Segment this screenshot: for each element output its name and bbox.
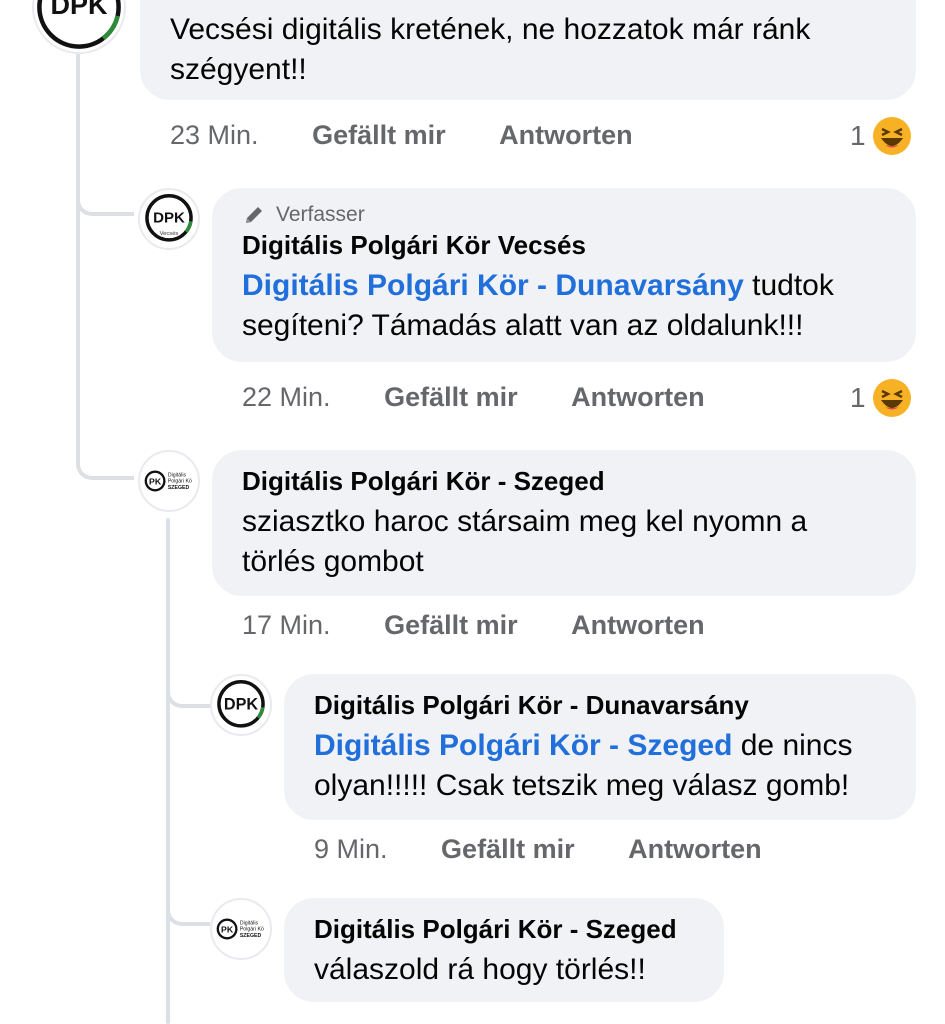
reply-button[interactable]: Antworten	[499, 120, 632, 150]
svg-text:DPK: DPK	[50, 0, 108, 20]
thread-connector-reply-1	[76, 160, 134, 216]
comment-text: válaszold rá hogy törlés!!	[314, 953, 646, 986]
reply-button[interactable]: Antworten	[571, 382, 704, 412]
author-badge-label: Verfasser	[276, 203, 365, 226]
mention-link[interactable]: Digitális Polgári Kör - Dunavarsány	[242, 269, 744, 302]
svg-text:Polgári Kö: Polgári Kö	[168, 479, 192, 485]
svg-text:Polgári Kö: Polgári Kö	[240, 927, 264, 933]
comment-actions: 17 Min. Gefällt mir Antworten	[242, 610, 705, 641]
dpk-logo-icon: DPK	[217, 680, 265, 728]
comment-actions: 22 Min. Gefällt mir Antworten	[242, 382, 705, 413]
comment-bubble: Verfasser Digitális Polgári Kör Vecsés D…	[212, 188, 916, 362]
thread-connector-reply-2	[76, 420, 134, 480]
svg-text:PK: PK	[221, 924, 234, 934]
comment-timestamp[interactable]: 17 Min.	[242, 610, 331, 640]
dpk-szeged-logo-icon: PK Digitális Polgári Kö SZEGED	[216, 918, 264, 940]
comment-text: Digitális Polgári Kör - Szeged de nincs …	[314, 726, 890, 806]
like-button[interactable]: Gefällt mir	[384, 610, 518, 640]
avatar[interactable]: PK Digitális Polgári Kö SZEGED	[138, 450, 200, 512]
comment-bubble: Digitális Polgári Kör - Szeged sziasztko…	[212, 450, 916, 596]
dpk-logo-icon: DPK	[37, 0, 121, 49]
like-button[interactable]: Gefällt mir	[384, 382, 518, 412]
comment-bubble: Digitális Polgári Kör - Dunavarsány Digi…	[284, 674, 916, 820]
avatar[interactable]: DPK	[210, 674, 272, 736]
author-badge: Verfasser	[242, 202, 888, 228]
thread-line-sub	[166, 518, 170, 1024]
svg-text:Digitális: Digitális	[168, 472, 187, 478]
haha-emoji-icon	[872, 117, 911, 155]
reaction-count: 1	[850, 120, 866, 151]
mention-link[interactable]: Digitális Polgári Kör - Szeged	[314, 729, 732, 762]
comment-author-name[interactable]: Digitális Polgári Kör - Szeged	[314, 912, 698, 946]
comment-timestamp[interactable]: 22 Min.	[242, 382, 331, 412]
dpk-szeged-logo-icon: PK Digitális Polgári Kö SZEGED	[144, 470, 192, 492]
comment-author-name[interactable]: Digitális Polgári Kör - Dunavarsány	[314, 688, 890, 722]
avatar[interactable]: PK Digitális Polgári Kö SZEGED	[210, 898, 272, 960]
thread-connector-reply-3	[166, 656, 210, 708]
dpk-vecses-logo-icon: DPK Vecsés	[145, 194, 193, 242]
comment-author-name[interactable]: Digitális Polgári Kör - Szeged	[242, 464, 888, 498]
comment-actions: 9 Min. Gefällt mir Antworten	[314, 834, 762, 865]
svg-text:DPK: DPK	[153, 209, 185, 226]
like-button[interactable]: Gefällt mir	[441, 834, 575, 864]
comment-bubble: Digitális Polgári Kör - Szeged válaszold…	[284, 898, 724, 1002]
svg-text:PK: PK	[149, 476, 162, 486]
svg-text:SZEGED: SZEGED	[240, 933, 262, 939]
haha-emoji-icon	[872, 379, 911, 417]
svg-text:DPK: DPK	[224, 696, 259, 714]
svg-text:Digitális: Digitális	[240, 920, 259, 926]
comment-actions: 23 Min. Gefällt mir Antworten	[170, 120, 633, 151]
comment-text: sziasztko haroc stársaim meg kel nyomn a…	[242, 505, 808, 578]
thread-line-main	[76, 48, 80, 428]
comment-text: Digitális Polgári Kör - Dunavarsány tudt…	[242, 266, 882, 346]
comment-text: Vecsési digitális kretének, ne hozzatok …	[170, 13, 811, 86]
avatar[interactable]: DPK Vecsés	[138, 188, 200, 250]
thread-connector-reply-4	[166, 870, 210, 926]
pencil-icon	[246, 207, 262, 223]
avatar[interactable]: DPK	[32, 0, 126, 54]
reply-button[interactable]: Antworten	[628, 834, 761, 864]
like-button[interactable]: Gefällt mir	[312, 120, 446, 150]
reply-button[interactable]: Antworten	[571, 610, 704, 640]
comment-timestamp[interactable]: 23 Min.	[170, 120, 259, 150]
reaction-count: 1	[850, 382, 866, 413]
comment-bubble: Vecsési digitális kretének, ne hozzatok …	[140, 0, 916, 100]
comment-author-name[interactable]: Digitális Polgári Kör Vecsés	[242, 228, 888, 262]
comment-timestamp[interactable]: 9 Min.	[314, 834, 388, 864]
svg-text:Vecsés: Vecsés	[160, 231, 179, 237]
reaction-summary[interactable]: 1	[850, 378, 912, 418]
svg-text:SZEGED: SZEGED	[168, 485, 190, 491]
reaction-summary[interactable]: 1	[850, 116, 912, 156]
